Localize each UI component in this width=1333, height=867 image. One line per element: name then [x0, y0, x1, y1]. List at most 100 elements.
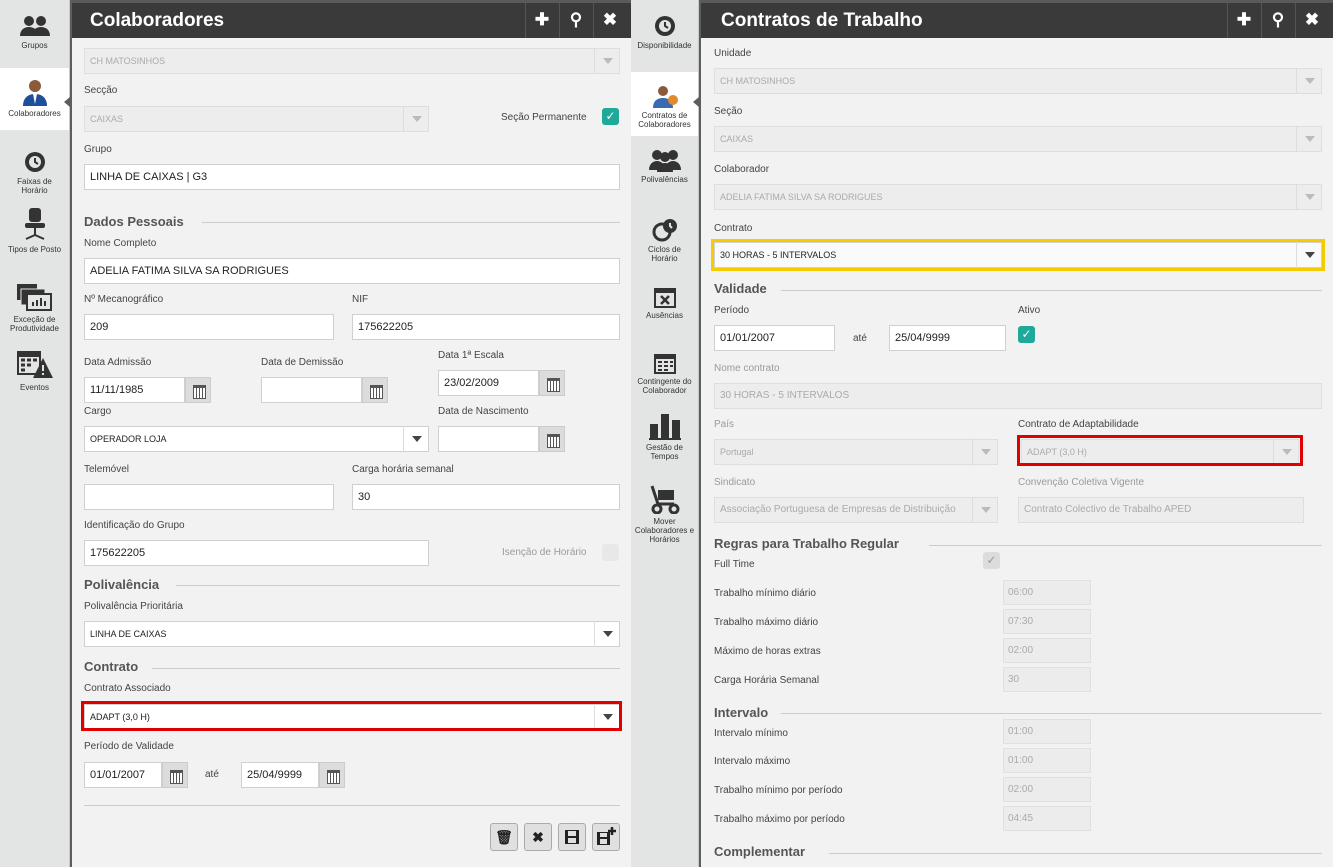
seccao-permanente-checkbox[interactable]: ✓	[602, 108, 619, 125]
convencao-label: Convenção Coletiva Vigente	[1018, 477, 1145, 488]
periodo-inicio-field[interactable]: 01/01/2007	[714, 325, 835, 351]
dados-pessoais-heading: Dados Pessoais	[84, 214, 184, 229]
save-icon	[565, 830, 579, 844]
ativo-label: Ativo	[1018, 305, 1041, 316]
pais-select[interactable]: Portugal	[714, 439, 998, 465]
ativo-checkbox[interactable]: ✓	[1018, 326, 1035, 343]
calendar-icon[interactable]	[319, 762, 345, 788]
chevron-down-icon[interactable]	[403, 106, 429, 132]
nav-item-grupos[interactable]: Grupos	[0, 14, 69, 64]
close-button[interactable]: ✖	[593, 3, 626, 38]
poli-prio-select[interactable]: LINHA DE CAIXAS	[84, 621, 620, 647]
productivity-icon	[16, 284, 52, 311]
chevron-down-icon[interactable]	[594, 48, 620, 74]
calendar-icon[interactable]	[185, 377, 211, 403]
cancel-button[interactable]: ✖	[524, 823, 552, 851]
ident-grupo-field[interactable]: 175622205	[84, 540, 429, 566]
nome-field[interactable]: ADELIA FATIMA SILVA SA RODRIGUES	[84, 258, 620, 284]
user-icon	[22, 80, 47, 106]
divider	[781, 713, 1322, 714]
nav-item-contingente[interactable]: Contingente do Colaborador	[631, 352, 698, 404]
intervalo-value[interactable]: 02:00	[1003, 777, 1091, 802]
nav-item-gestao[interactable]: Gestão de Tempos	[631, 412, 698, 470]
nav-item-ausencias[interactable]: Ausências	[631, 286, 698, 330]
calendar-icon[interactable]	[362, 377, 388, 403]
nav-item-disponibilidade[interactable]: Disponibilidade	[631, 14, 698, 60]
active-indicator	[64, 97, 70, 107]
convencao-field[interactable]: Contrato Colectivo de Trabalho APED	[1018, 497, 1304, 523]
nav-item-polivalencias[interactable]: Polivalências	[631, 148, 698, 194]
nav-label: Eventos	[20, 383, 49, 392]
regras-value[interactable]: 02:00	[1003, 638, 1091, 663]
chevron-down-icon[interactable]	[972, 439, 998, 465]
admissao-field[interactable]: 11/11/1985	[84, 377, 185, 403]
regras-value[interactable]: 06:00	[1003, 580, 1091, 605]
nome-contrato-field[interactable]: 30 HORAS - 5 INTERVALOS	[714, 383, 1322, 409]
nav-item-mover[interactable]: Mover Colaboradores e Horários	[631, 484, 698, 550]
chevron-down-icon[interactable]	[1296, 126, 1322, 152]
contrato-label: Contrato	[714, 223, 753, 234]
divider	[202, 222, 620, 223]
nav-item-contratos[interactable]: Contratos de Colaboradores	[631, 72, 698, 136]
delete-button[interactable]: 🗑	[490, 823, 518, 851]
close-button[interactable]: ✖	[1295, 3, 1328, 38]
sindicato-select[interactable]: Associação Portuguesa de Empresas de Dis…	[714, 497, 998, 523]
cargo-select[interactable]: OPERADOR LOJA	[84, 426, 429, 452]
nif-field[interactable]: 175622205	[352, 314, 620, 340]
regras-value[interactable]: 07:30	[1003, 609, 1091, 634]
save-button[interactable]	[558, 823, 586, 851]
chevron-down-icon[interactable]	[594, 621, 620, 647]
grupo-field[interactable]: LINHA DE CAIXAS | G3	[84, 164, 620, 190]
periodo-fim-field[interactable]: 25/04/9999	[889, 325, 1006, 351]
unidade-select[interactable]: CH MATOSINHOS	[714, 68, 1322, 94]
search-button[interactable]: ⚲	[559, 3, 592, 38]
nav-item-tipos-posto[interactable]: Tipos de Posto	[0, 208, 69, 260]
calendar-icon[interactable]	[539, 370, 565, 396]
save-new-button[interactable]	[592, 823, 620, 851]
carga-field[interactable]: 30	[352, 484, 620, 510]
calendar-icon[interactable]	[539, 426, 565, 452]
search-button[interactable]: ⚲	[1261, 3, 1294, 38]
bar-chart-icon	[648, 414, 681, 440]
seccao-select[interactable]: CAIXAS	[84, 106, 429, 132]
demissao-field[interactable]	[261, 377, 362, 403]
pais-label: País	[714, 419, 735, 430]
periodo-fim-field[interactable]: 25/04/9999	[241, 762, 319, 788]
intervalo-value[interactable]: 01:00	[1003, 748, 1091, 773]
isencao-checkbox[interactable]	[602, 544, 619, 561]
telemovel-label: Telemóvel	[84, 464, 130, 475]
nav-item-faixas[interactable]: Faixas de Horário	[0, 150, 69, 202]
regras-label: Máximo de horas extras	[714, 646, 821, 657]
mecanografico-field[interactable]: 209	[84, 314, 334, 340]
isencao-label: Isenção de Horário	[502, 547, 587, 558]
nome-contrato-label: Nome contrato	[714, 363, 780, 374]
nascimento-field[interactable]	[438, 426, 539, 452]
nav-item-colaboradores[interactable]: Colaboradores	[0, 68, 69, 130]
escala-field[interactable]: 23/02/2009	[438, 370, 539, 396]
full-time-checkbox[interactable]: ✓	[983, 552, 1000, 569]
intervalo-label: Intervalo máximo	[714, 756, 791, 767]
intervalo-value[interactable]: 04:45	[1003, 806, 1091, 831]
highlight-box	[81, 701, 622, 731]
chevron-down-icon[interactable]	[1296, 184, 1322, 210]
nav-label: Ausências	[646, 311, 683, 320]
colaborador-select[interactable]: ADELIA FATIMA SILVA SA RODRIGUES	[714, 184, 1322, 210]
chevron-down-icon[interactable]	[403, 426, 429, 452]
nav-item-ciclos[interactable]: Ciclos de Horário	[631, 218, 698, 270]
ate-label: até	[205, 769, 219, 780]
add-button[interactable]: ✚	[525, 3, 558, 38]
unidade-select[interactable]: CH MATOSINHOS	[84, 48, 620, 74]
regras-value[interactable]: 30	[1003, 667, 1091, 692]
chevron-down-icon[interactable]	[972, 497, 998, 523]
intervalo-value[interactable]: 01:00	[1003, 719, 1091, 744]
group-icon	[19, 16, 50, 36]
nav-item-eventos[interactable]: Eventos	[0, 348, 69, 396]
add-button[interactable]: ✚	[1227, 3, 1260, 38]
calendar-icon[interactable]	[162, 762, 188, 788]
periodo-inicio-field[interactable]: 01/01/2007	[84, 762, 162, 788]
chevron-down-icon[interactable]	[1296, 68, 1322, 94]
secao-select[interactable]: CAIXAS	[714, 126, 1322, 152]
telemovel-field[interactable]	[84, 484, 334, 510]
chair-icon	[24, 208, 45, 240]
nav-item-excecao[interactable]: Exceção de Produtividade	[0, 284, 69, 336]
